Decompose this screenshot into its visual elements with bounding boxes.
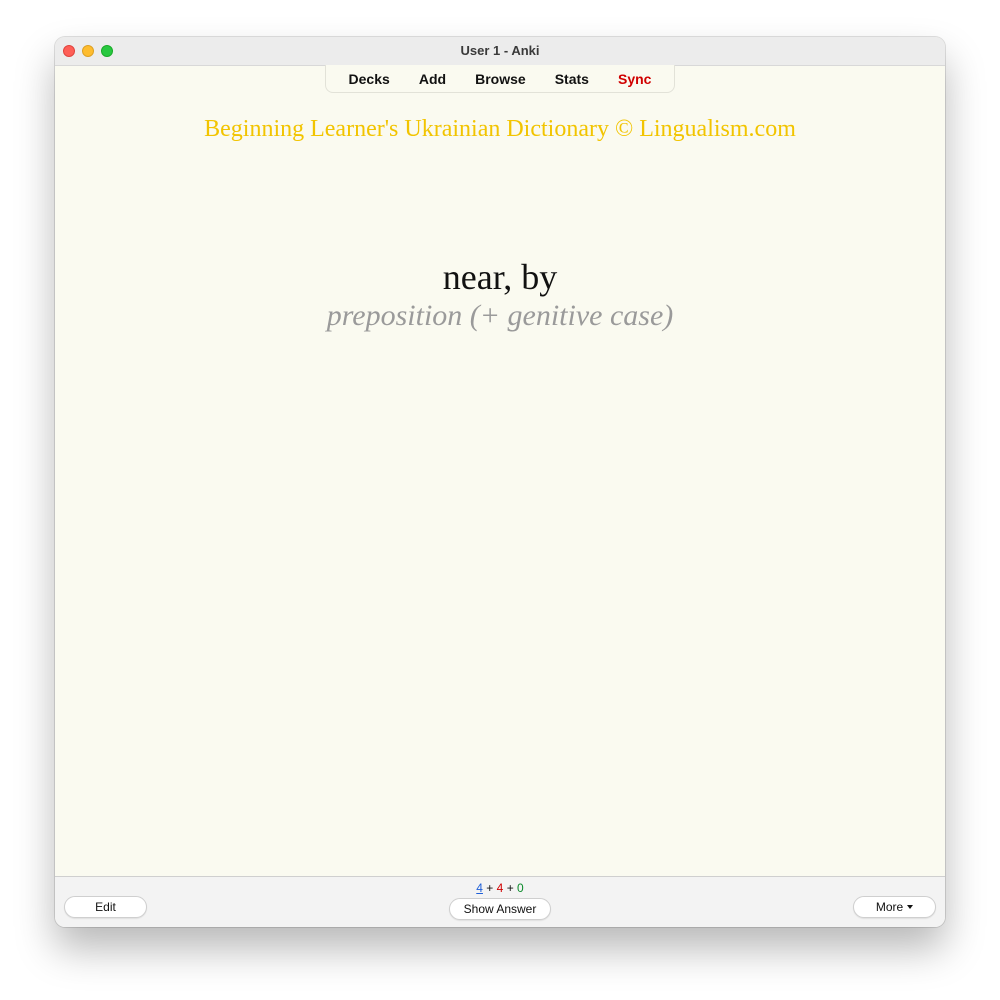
title-bar[interactable]: User 1 - Anki bbox=[55, 37, 945, 66]
toolbar-sync-link[interactable]: Sync bbox=[618, 71, 651, 87]
show-answer-label: Show Answer bbox=[463, 902, 537, 916]
toolbar-add-link[interactable]: Add bbox=[419, 71, 446, 87]
card-term: near, by bbox=[442, 257, 558, 297]
toolbar-stats-link[interactable]: Stats bbox=[555, 71, 589, 87]
chevron-down-icon bbox=[907, 905, 914, 909]
more-button-label: More bbox=[875, 900, 904, 914]
anki-window: User 1 - Anki Decks Add Browse Stats Syn… bbox=[55, 37, 945, 927]
count-separator: + bbox=[506, 881, 514, 895]
learning-count: 4 bbox=[496, 881, 504, 895]
edit-button[interactable]: Edit bbox=[64, 896, 147, 918]
show-answer-button[interactable]: Show Answer bbox=[449, 898, 551, 920]
due-counts: 4 + 4 + 0 bbox=[55, 881, 945, 895]
review-bottom-bar: Edit 4 + 4 + 0 Show Answer More bbox=[55, 876, 945, 927]
more-button[interactable]: More bbox=[853, 896, 936, 918]
main-toolbar: Decks Add Browse Stats Sync bbox=[325, 65, 675, 93]
new-count: 4 bbox=[476, 881, 483, 895]
toolbar-browse-link[interactable]: Browse bbox=[475, 71, 526, 87]
window-title: User 1 - Anki bbox=[460, 43, 540, 58]
card-part-of-speech: preposition (+ genitive case) bbox=[326, 299, 674, 332]
review-count: 0 bbox=[517, 881, 524, 895]
edit-button-label: Edit bbox=[95, 900, 116, 914]
card-header-credit: Beginning Learner's Ukrainian Dictionary… bbox=[204, 116, 796, 142]
count-separator: + bbox=[486, 881, 494, 895]
toolbar-decks-link[interactable]: Decks bbox=[349, 71, 390, 87]
card-display: Beginning Learner's Ukrainian Dictionary… bbox=[55, 94, 945, 876]
